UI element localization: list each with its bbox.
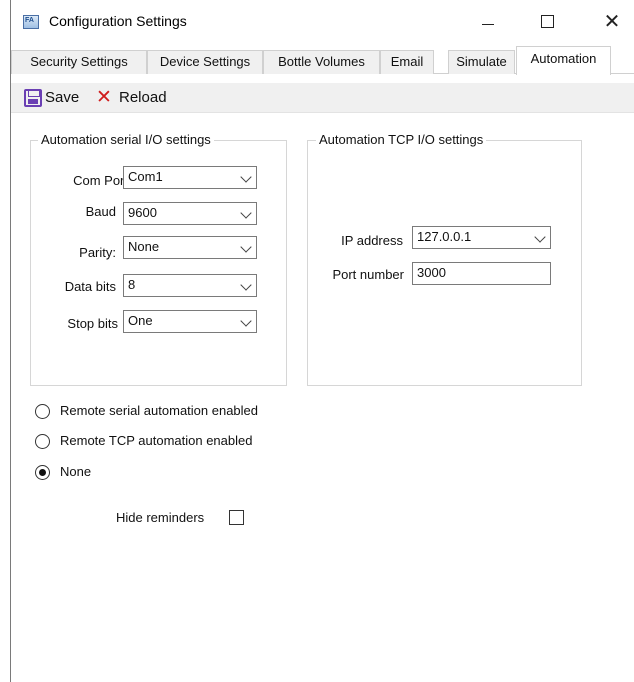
reload-button[interactable]: Reload <box>119 89 167 106</box>
data-bits-value: 8 <box>128 277 136 292</box>
chevron-down-icon <box>240 279 252 291</box>
parity-value: None <box>128 239 160 254</box>
port-number-label: Port number <box>332 267 404 282</box>
maximize-button[interactable] <box>532 10 562 32</box>
configuration-window: FA Configuration Settings ✕ Security Set… <box>10 0 634 682</box>
parity-label: Parity: <box>79 245 116 260</box>
tab-strip: Security Settings Device Settings Bottle… <box>11 46 634 75</box>
serial-io-group-title: Automation serial I/O settings <box>38 132 214 147</box>
hide-reminders-label: Hide reminders <box>116 510 205 525</box>
tcp-io-group-title: Automation TCP I/O settings <box>316 132 487 147</box>
port-number-value: 3000 <box>417 265 446 280</box>
radio-button[interactable] <box>35 404 50 419</box>
save-button[interactable]: Save <box>45 89 79 106</box>
app-icon: FA <box>23 15 39 29</box>
tab-bottle-volumes[interactable]: Bottle Volumes <box>263 50 380 74</box>
close-button[interactable]: ✕ <box>597 10 627 32</box>
baud-label: Baud <box>85 204 116 219</box>
ip-address-select[interactable]: 127.0.0.1 <box>412 226 551 249</box>
ip-address-label: IP address <box>341 233 403 248</box>
stop-bits-value: One <box>128 313 153 328</box>
parity-select[interactable]: None <box>123 236 257 259</box>
radio-label: None <box>60 464 92 479</box>
save-icon[interactable] <box>24 89 42 107</box>
close-icon: ✕ <box>603 9 621 33</box>
minimize-button[interactable] <box>473 10 503 32</box>
stop-bits-select[interactable]: One <box>123 310 257 333</box>
data-bits-select[interactable]: 8 <box>123 274 257 297</box>
radio-label: Remote TCP automation enabled <box>60 433 253 448</box>
com-port-value: Com1 <box>128 169 163 184</box>
app-icon-text: FA <box>25 17 34 24</box>
x-icon[interactable]: ✕ <box>96 86 112 108</box>
com-port-label: Com Port <box>73 173 128 188</box>
radio-button[interactable] <box>35 465 50 480</box>
toolbar: Save ✕ Reload <box>11 83 634 113</box>
radio-label: Remote serial automation enabled <box>60 403 259 418</box>
tcp-io-group: Automation TCP I/O settings IP address 1… <box>307 132 582 386</box>
chevron-down-icon <box>240 241 252 253</box>
baud-select[interactable]: 9600 <box>123 202 257 225</box>
hide-reminders-checkbox[interactable] <box>229 510 244 525</box>
baud-value: 9600 <box>128 205 157 220</box>
tab-automation[interactable]: Automation <box>516 46 611 75</box>
port-number-field[interactable]: 3000 <box>412 262 551 285</box>
chevron-down-icon <box>240 207 252 219</box>
ip-address-value: 127.0.0.1 <box>417 229 472 244</box>
radio-button[interactable] <box>35 434 50 449</box>
serial-io-group: Automation serial I/O settings Com Port … <box>30 132 287 386</box>
tab-security-settings[interactable]: Security Settings <box>11 50 147 74</box>
tab-simulate[interactable]: Simulate <box>448 50 515 74</box>
chevron-down-icon <box>240 171 252 183</box>
data-bits-label: Data bits <box>64 279 116 294</box>
stop-bits-label: Stop bits <box>67 316 118 331</box>
tab-email[interactable]: Email <box>380 50 434 74</box>
window-title: Configuration Settings <box>49 13 187 29</box>
com-port-select[interactable]: Com1 <box>123 166 257 189</box>
chevron-down-icon <box>534 231 546 243</box>
tab-device-settings[interactable]: Device Settings <box>147 50 263 74</box>
chevron-down-icon <box>240 315 252 327</box>
title-bar: FA Configuration Settings ✕ <box>11 0 634 42</box>
